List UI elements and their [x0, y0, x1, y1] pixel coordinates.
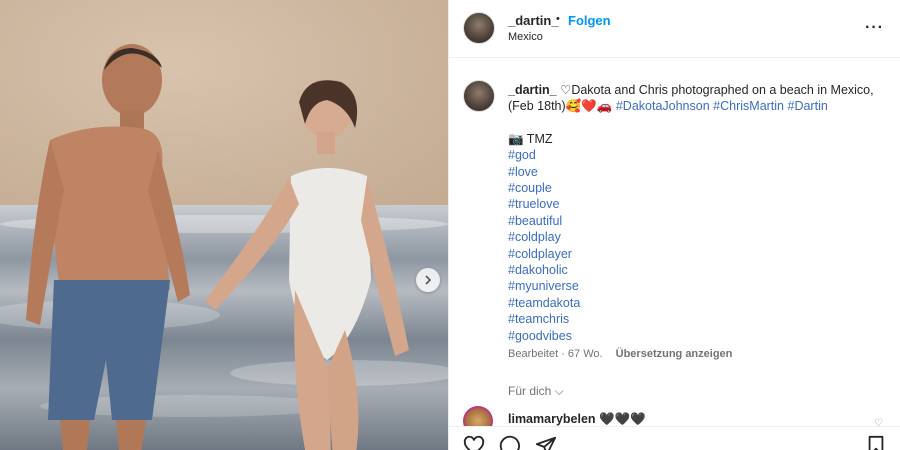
post-caption: _dartin_ ♡Dakota and Chris photographed … [508, 82, 888, 344]
hashtag-link[interactable]: #goodvibes [508, 328, 888, 344]
caption-author-avatar[interactable] [463, 80, 495, 112]
hashtag-link[interactable]: #love [508, 164, 888, 180]
author-avatar[interactable] [463, 12, 495, 44]
edited-timestamp: Bearbeitet · 67 Wo. [508, 348, 603, 360]
caption-inline-tag[interactable]: #Dartin [788, 99, 828, 113]
caption-inline-tag[interactable]: #ChrisMartin [713, 99, 784, 113]
hashtag-link[interactable]: #beautiful [508, 213, 888, 229]
hashtag-link[interactable]: #teamchris [508, 311, 888, 327]
hashtag-link[interactable]: #coldplay [508, 229, 888, 245]
chevron-right-icon [425, 275, 432, 285]
commenter-username[interactable]: limamarybelen 🖤🖤🖤 [508, 412, 646, 427]
follow-button[interactable]: Folgen [568, 13, 611, 28]
post-actions-bar [449, 426, 900, 450]
carousel-next-button[interactable] [416, 268, 440, 292]
author-username[interactable]: _dartin_ [508, 13, 559, 28]
share-button[interactable] [535, 435, 557, 450]
save-button[interactable] [865, 435, 887, 450]
post-header: _dartin_ • Folgen Mexico ··· [449, 0, 900, 58]
caption-username[interactable]: _dartin_ [508, 83, 557, 97]
hashtag-list: #god #love #couple #truelove #beautiful … [508, 147, 888, 344]
post-location[interactable]: Mexico [508, 31, 543, 43]
caption-first-line: _dartin_ ♡Dakota and Chris photographed … [508, 82, 888, 115]
like-button[interactable] [463, 435, 485, 450]
comment-icon [499, 435, 520, 450]
caption-meta: Bearbeitet · 67 Wo. Übersetzung anzeigen [508, 348, 732, 360]
for-you-toggle[interactable]: Für dich ⌵ [508, 384, 564, 399]
photo-man-figure [26, 44, 190, 450]
heart-icon [463, 435, 485, 450]
share-icon [535, 436, 557, 450]
caption-inline-tag[interactable]: #DakotaJohnson [616, 99, 710, 113]
hashtag-link[interactable]: #myuniverse [508, 278, 888, 294]
bookmark-icon [868, 435, 884, 450]
hashtag-link[interactable]: #coldplayer [508, 246, 888, 262]
photo-woman-figure [205, 80, 409, 450]
hashtag-link[interactable]: #dakoholic [508, 262, 888, 278]
hashtag-link[interactable]: #truelove [508, 196, 888, 212]
post-side-panel: _dartin_ • Folgen Mexico ··· _dartin_ ♡D… [448, 0, 900, 450]
more-options-button[interactable]: ··· [865, 19, 884, 37]
post-photo[interactable] [0, 0, 448, 450]
caption-credit: 📷 TMZ [508, 131, 553, 146]
comment-button[interactable] [499, 435, 521, 450]
instagram-post-window: _dartin_ • Folgen Mexico ··· _dartin_ ♡D… [0, 0, 900, 450]
header-separator: • [556, 13, 560, 25]
hashtag-link[interactable]: #teamdakota [508, 295, 888, 311]
hashtag-link[interactable]: #couple [508, 180, 888, 196]
hashtag-link[interactable]: #god [508, 147, 888, 163]
translate-button[interactable]: Übersetzung anzeigen [616, 348, 733, 360]
